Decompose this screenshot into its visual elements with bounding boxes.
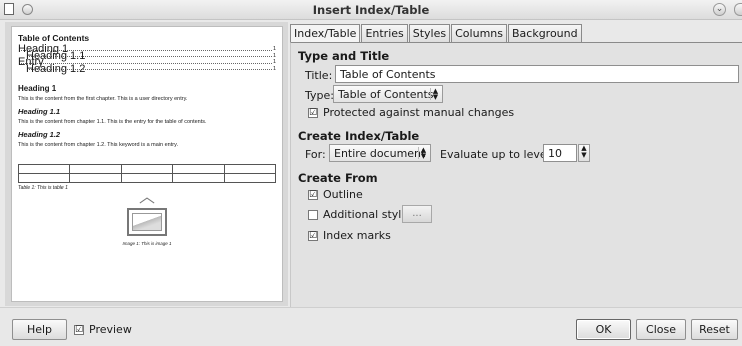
preview-paragraph: This is the content from the first chapt… xyxy=(18,96,188,102)
collapse-icon[interactable]: ⌄ xyxy=(713,3,726,16)
title-input[interactable]: Table of Contents xyxy=(335,65,739,83)
tab-background[interactable]: Background xyxy=(507,24,582,42)
preview-checkbox[interactable]: ☑ xyxy=(74,325,84,335)
updown-arrows-icon: ▲ ▼ xyxy=(418,147,428,160)
preview-label: Preview xyxy=(89,323,132,336)
updown-arrows-icon: ▲ ▼ xyxy=(430,88,440,101)
additional-styles-checkbox[interactable] xyxy=(308,210,318,220)
outline-label: Outline xyxy=(323,188,363,201)
close-window-icon[interactable] xyxy=(734,3,742,16)
for-label: For: xyxy=(305,148,326,161)
reset-button[interactable]: Reset xyxy=(691,319,738,340)
title-bar: Insert Index/Table ⌄ xyxy=(0,0,742,20)
preview-toc-entry: Heading 1.2 1 xyxy=(26,62,276,75)
for-select-value: Entire document xyxy=(334,147,426,160)
preview-heading-1: Heading 1 xyxy=(18,84,57,93)
tab-entries[interactable]: Entries xyxy=(361,24,408,42)
protected-label: Protected against manual changes xyxy=(323,106,515,119)
index-table-panel: Type and Title Title: Table of Contents … xyxy=(290,42,742,307)
preview-picture-icon xyxy=(127,208,167,236)
create-from-heading: Create From xyxy=(298,171,378,185)
outline-checkbox[interactable]: ☑ xyxy=(308,190,318,200)
preview-table xyxy=(17,164,277,183)
level-spinner-icon[interactable]: ▲ ▼ xyxy=(578,144,590,162)
evaluate-level-input[interactable]: 10 xyxy=(543,144,577,162)
help-button[interactable]: Help xyxy=(12,319,67,340)
type-select[interactable]: Table of Contents ▲ ▼ xyxy=(333,85,443,103)
tab-columns[interactable]: Columns xyxy=(451,24,507,42)
ok-button[interactable]: OK xyxy=(576,319,631,340)
additional-styles-button[interactable]: ... xyxy=(402,205,432,223)
additional-styles-label: Additional styles xyxy=(323,208,414,221)
for-select[interactable]: Entire document ▲ ▼ xyxy=(329,144,431,162)
tab-styles[interactable]: Styles xyxy=(408,24,451,42)
tab-index-table[interactable]: Index/Table xyxy=(290,24,361,43)
preview-heading-1-2: Heading 1.2 xyxy=(18,130,61,139)
preview-table-caption: Table 1: This is table 1 xyxy=(18,185,68,191)
type-label: Type: xyxy=(305,89,334,102)
index-marks-label: Index marks xyxy=(323,229,391,242)
type-select-value: Table of Contents xyxy=(338,88,434,101)
preview-heading-1-1: Heading 1.1 xyxy=(18,107,61,116)
evaluate-label: Evaluate up to level: xyxy=(440,148,554,161)
preview-page: Table of Contents Heading 11 Heading 1.1… xyxy=(11,26,283,302)
close-button[interactable]: Close xyxy=(636,319,686,340)
preview-area: Table of Contents Heading 11 Heading 1.1… xyxy=(5,22,288,306)
preview-paragraph: This is the content from chapter 1.2. Th… xyxy=(18,142,178,148)
preview-paragraph: This is the content from chapter 1.1. Th… xyxy=(18,119,207,125)
window-title: Insert Index/Table xyxy=(312,3,430,17)
dialog-footer: Help ☑ Preview OK Close Reset xyxy=(0,307,742,346)
protected-checkbox[interactable]: ☑ xyxy=(308,108,318,118)
preview-image-caption: Image 1: This is image 1 xyxy=(122,241,172,246)
tab-bar: Index/Table Entries Styles Columns Backg… xyxy=(290,24,583,43)
type-and-title-heading: Type and Title xyxy=(298,49,390,63)
index-marks-checkbox[interactable]: ☑ xyxy=(308,231,318,241)
preview-toc-title: Table of Contents xyxy=(18,33,90,43)
title-label: Title: xyxy=(305,69,333,82)
create-index-heading: Create Index/Table xyxy=(298,129,420,143)
